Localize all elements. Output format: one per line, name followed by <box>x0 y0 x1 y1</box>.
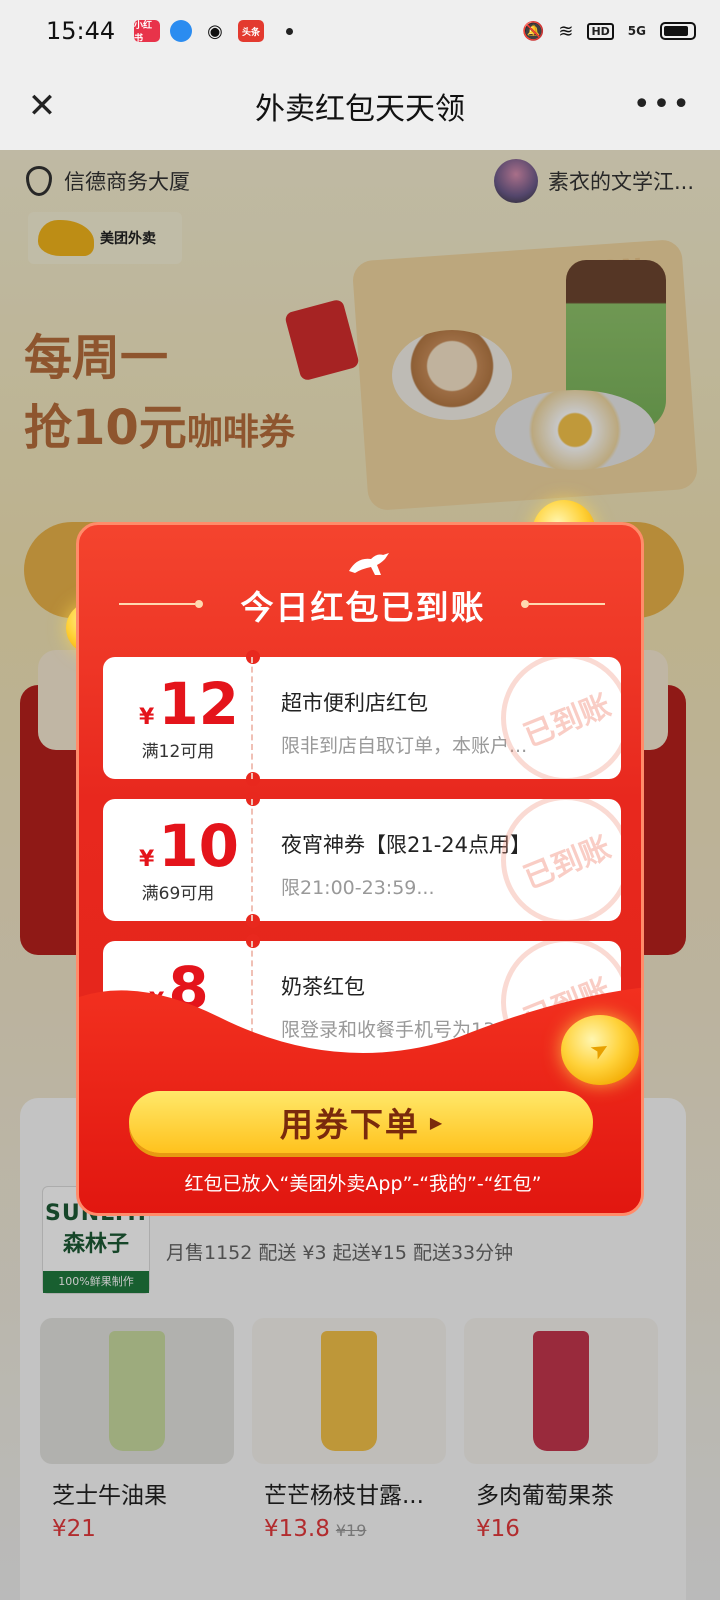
gold-coin-icon <box>561 1015 639 1085</box>
stamp-text: 已到账 <box>519 688 616 755</box>
app-circle-icon <box>170 20 192 42</box>
coupon-value: ¥12 满12可用 <box>103 657 253 779</box>
red-packet-modal: 今日红包已到账 ¥12 满12可用 已到账 超市便利店红包 限非到店自取订单，本… <box>76 522 644 1216</box>
notification-dot-icon <box>286 27 293 35</box>
coupon-condition: 满69可用 <box>141 884 215 904</box>
modal-note: 红包已放入“美团外卖App”-“我的”-“红包” <box>184 1173 542 1195</box>
toutiao-icon: 头条 <box>238 20 264 42</box>
coupon-info: 已到账 夜宵神券【限21-24点用】 限21:00-23:59... <box>253 799 621 921</box>
coupon-amount: ¥10 <box>139 817 239 875</box>
coupon-card[interactable]: ¥12 满12可用 已到账 超市便利店红包 限非到店自取订单，本账户... <box>103 650 621 786</box>
received-stamp-icon: 已到账 <box>481 657 621 779</box>
coupon-amount: ¥12 <box>139 675 239 733</box>
coupon-condition: 满12可用 <box>141 742 215 762</box>
coupon-amount-value: 10 <box>158 812 240 880</box>
status-right: 🔕 ≋ HD 5G <box>522 21 696 42</box>
status-time: 15:44 <box>46 17 116 45</box>
signal-icon: 5G <box>627 24 646 38</box>
title-bar: ✕ 外卖红包天天领 ••• <box>0 62 720 150</box>
page-title: 外卖红包天天领 <box>255 92 465 127</box>
coupon-amount-value: 12 <box>158 670 240 738</box>
battery-icon <box>660 22 696 40</box>
close-icon[interactable]: ✕ <box>22 86 62 126</box>
status-bar: 15:44 小红书 ◉ 头条 🔕 ≋ HD 5G <box>0 0 720 62</box>
wifi-icon: ≋ <box>558 20 574 42</box>
use-coupon-order-button[interactable]: 用券下单 ▶ <box>129 1091 593 1153</box>
kangaroo-icon <box>349 553 389 575</box>
coupon-card[interactable]: ¥10 满69可用 已到账 夜宵神券【限21-24点用】 限21:00-23:5… <box>103 792 621 928</box>
stamp-text: 已到账 <box>519 830 616 897</box>
currency-symbol: ¥ <box>139 847 155 872</box>
xiaohongshu-icon: 小红书 <box>134 20 160 44</box>
play-arrow-icon: ▶ <box>429 1112 443 1132</box>
received-stamp-icon: 已到账 <box>481 799 621 921</box>
mute-vibrate-icon: 🔕 <box>521 20 545 42</box>
currency-symbol: ¥ <box>139 705 155 730</box>
more-icon[interactable]: ••• <box>633 90 692 120</box>
modal-title: 今日红包已到账 <box>240 588 486 627</box>
hd-icon: HD <box>587 22 614 40</box>
cta-label: 用券下单 <box>279 1105 420 1144</box>
status-app-icons: 小红书 ◉ 头条 <box>134 20 293 44</box>
weibo-icon: ◉ <box>207 20 223 42</box>
coupon-info: 已到账 超市便利店红包 限非到店自取订单，本账户... <box>253 657 621 779</box>
coupon-value: ¥10 满69可用 <box>103 799 253 921</box>
